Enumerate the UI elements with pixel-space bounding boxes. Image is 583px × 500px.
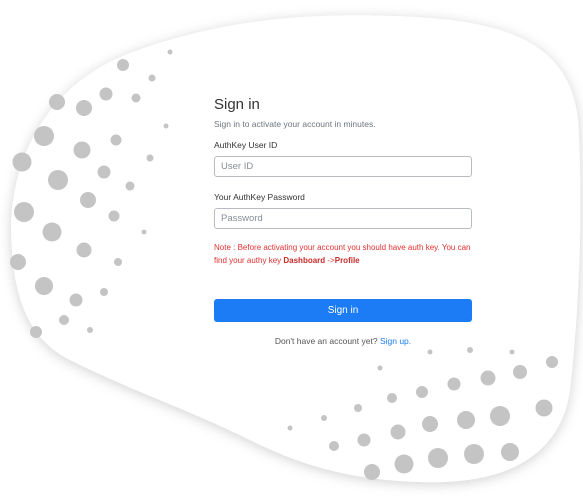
decorative-dot xyxy=(357,433,371,447)
decorative-dot xyxy=(535,399,553,417)
decorative-dot xyxy=(87,327,93,333)
decorative-dot xyxy=(501,443,519,461)
decorative-dot xyxy=(427,349,433,355)
decorative-dot xyxy=(146,154,154,162)
note-arrow: -> xyxy=(325,256,335,265)
decorative-dot xyxy=(100,288,108,296)
decorative-dot xyxy=(416,386,428,398)
decorative-dot xyxy=(287,425,293,431)
password-input[interactable] xyxy=(214,208,472,229)
decorative-dot xyxy=(377,365,383,371)
decorative-dot xyxy=(108,210,120,222)
decorative-dot xyxy=(167,49,173,55)
decorative-dot xyxy=(76,242,92,258)
decorative-dot xyxy=(48,170,68,190)
decorative-dot xyxy=(394,454,414,474)
decorative-dot xyxy=(117,59,129,71)
decorative-dot xyxy=(10,254,26,270)
decorative-dot xyxy=(35,277,53,295)
decorative-dot xyxy=(125,181,135,191)
decorative-dot xyxy=(390,424,406,440)
decorative-dot xyxy=(59,315,69,325)
signin-button[interactable]: Sign in xyxy=(214,299,472,322)
decorative-dot xyxy=(141,229,147,235)
decorative-dot xyxy=(387,393,397,403)
decorative-dot xyxy=(148,74,156,82)
decorative-dot xyxy=(12,152,32,172)
decorative-dot xyxy=(110,134,122,146)
decorative-dot xyxy=(114,258,122,266)
decorative-dot xyxy=(509,349,515,355)
decorative-dot xyxy=(546,356,558,368)
decorative-dot xyxy=(99,87,113,101)
decorative-dot xyxy=(14,202,34,222)
decorative-dot xyxy=(364,464,380,480)
decorative-dot xyxy=(464,444,484,464)
decorative-dot xyxy=(76,100,92,116)
signup-row: Don't have an account yet? Sign up. xyxy=(214,336,472,346)
user-id-label: AuthKey User ID xyxy=(214,140,278,150)
decorative-dot xyxy=(73,141,91,159)
decorative-dot xyxy=(457,411,475,429)
decorative-dot xyxy=(513,365,527,379)
decorative-dot xyxy=(80,192,96,208)
decorative-dot xyxy=(467,347,473,353)
decorative-dot xyxy=(422,416,438,432)
note-profile: Profile xyxy=(334,256,360,265)
decorative-dot xyxy=(321,415,327,421)
decorative-dot xyxy=(34,126,54,146)
password-label: Your AuthKey Password xyxy=(214,192,305,202)
signup-link[interactable]: Sign up. xyxy=(380,336,411,346)
user-id-input[interactable] xyxy=(214,156,472,177)
decorative-dot xyxy=(42,222,62,242)
decorative-dot xyxy=(329,441,339,451)
decorative-dot xyxy=(428,448,448,468)
decorative-dot xyxy=(480,370,496,386)
signup-prompt: Don't have an account yet? xyxy=(274,336,378,346)
decorative-dot xyxy=(354,404,362,412)
decorative-dot xyxy=(131,93,141,103)
signin-panel: Sign in Sign in to activate your account… xyxy=(214,96,472,346)
decorative-dot xyxy=(30,326,42,338)
decorative-dot xyxy=(490,406,510,426)
decorative-dot xyxy=(163,123,169,129)
auth-key-note: Note : Before activating your account yo… xyxy=(214,241,472,267)
decorative-dot xyxy=(49,94,65,110)
page-subtitle: Sign in to activate your account in minu… xyxy=(214,119,376,129)
decorative-dot xyxy=(97,165,111,179)
page-title: Sign in xyxy=(214,96,260,113)
decorative-dot xyxy=(447,377,461,391)
decorative-dot xyxy=(69,293,83,307)
note-dashboard: Dashboard xyxy=(283,256,326,265)
